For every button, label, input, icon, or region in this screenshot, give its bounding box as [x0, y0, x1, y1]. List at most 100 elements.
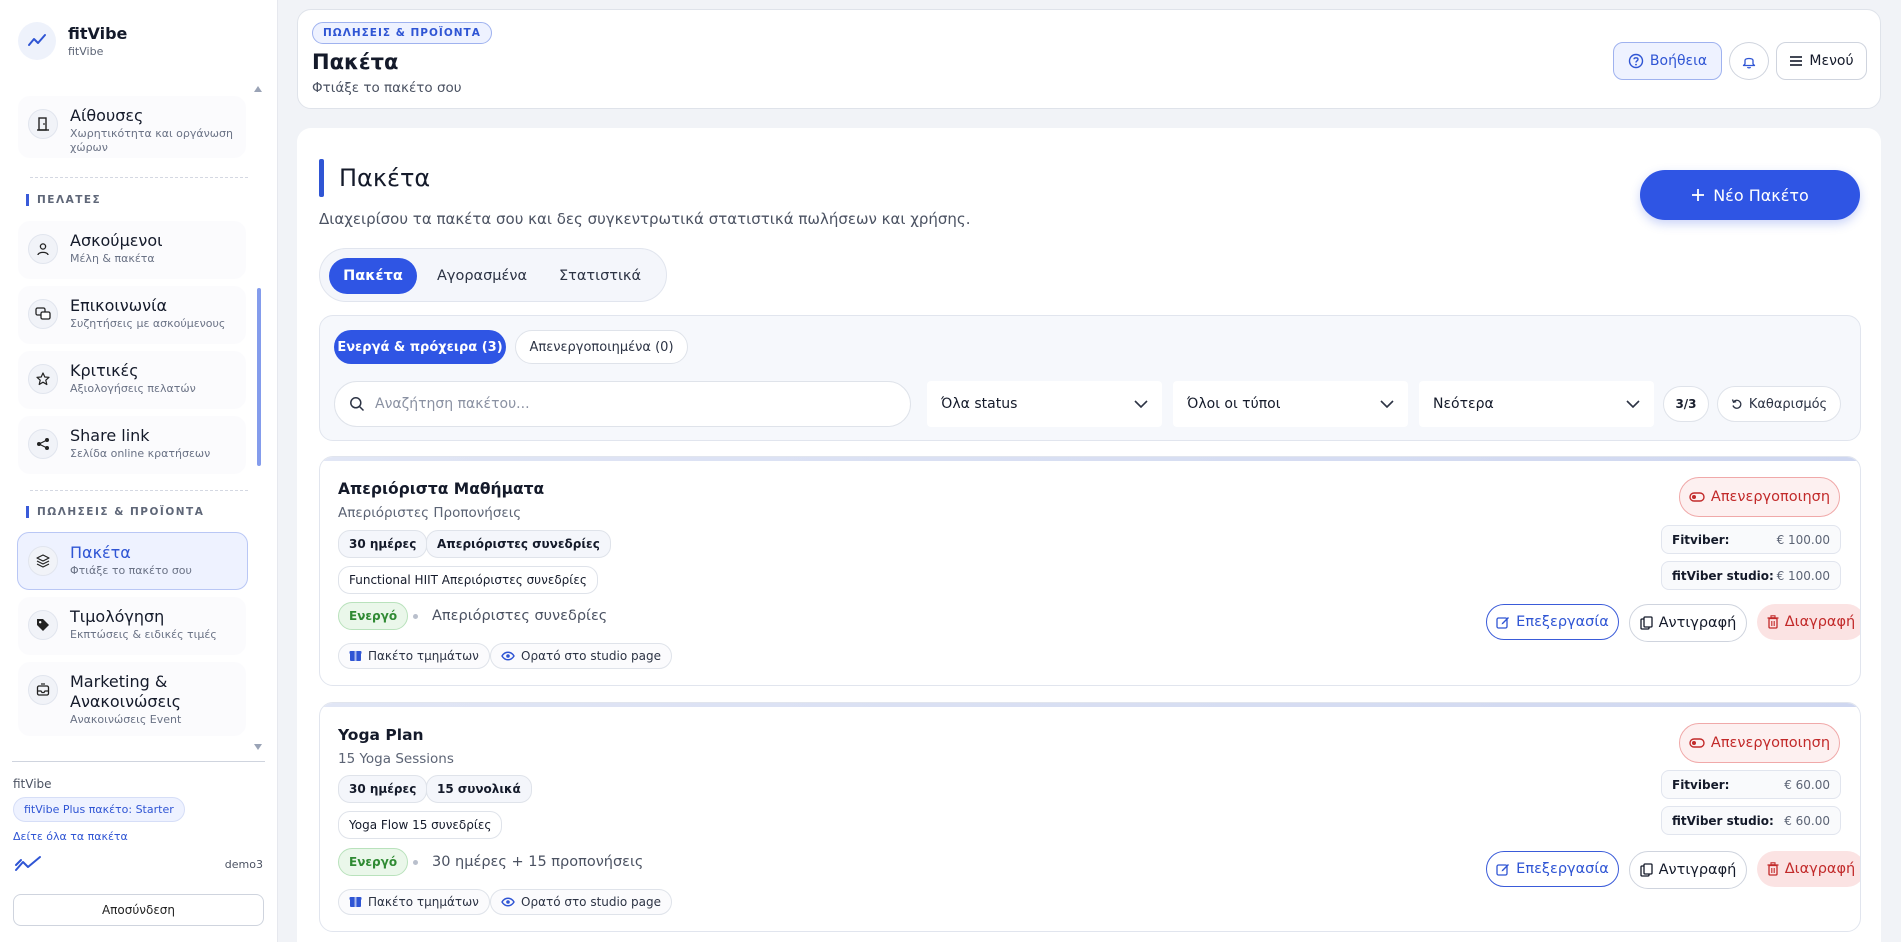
package-description: 15 Yoga Sessions	[338, 751, 454, 767]
package-card: Yoga Plan 15 Yoga Sessions 30 ημέρες 15 …	[319, 702, 1861, 932]
scroll-up-arrow-icon[interactable]	[254, 86, 262, 92]
eye-icon	[501, 651, 515, 661]
sessions-chip: 15 συνολικά	[426, 775, 532, 803]
tab-purchased[interactable]: Αγορασμένα	[427, 258, 537, 294]
result-count: 3/3	[1663, 386, 1709, 422]
new-package-button[interactable]: Νέο Πακέτο	[1640, 170, 1860, 220]
footer-logo-icon	[14, 855, 42, 877]
sessions-chip: Απεριόριστες συνεδρίες	[426, 530, 611, 558]
current-user: demo3	[224, 858, 263, 871]
main-panel: Πακέτα Διαχειρίσου τα πακέτα σου και δες…	[297, 128, 1881, 942]
sidebar-item-reviews[interactable]: Κριτικές Αξιολογήσεις πελατών	[18, 351, 246, 409]
sidebar-item-marketing[interactable]: Marketing & Ανακοινώσεις Ανακοινώσεις Eve…	[18, 662, 246, 736]
status-badge: Ενεργό	[338, 602, 409, 630]
duration-chip: 30 ημέρες	[338, 775, 428, 803]
chevron-down-icon	[1626, 400, 1640, 408]
deactivate-button[interactable]: Απενεργοποιηση	[1679, 723, 1840, 763]
sidebar-item-label: Επικοινωνία	[70, 296, 168, 315]
chevron-down-icon	[1134, 400, 1148, 408]
type-select[interactable]: Όλοι οι τύποι	[1173, 381, 1408, 427]
plan-badge[interactable]: fitVibe Plus πακέτο: Starter	[13, 797, 185, 822]
sidebar-item-rooms[interactable]: Αίθουσες Χωρητικότητα και οργάνωση χώρων	[18, 96, 246, 158]
sidebar-item-label: Ασκούμενοι	[70, 231, 163, 250]
delete-button[interactable]: Διαγραφή	[1757, 851, 1860, 887]
menu-button[interactable]: Μενού	[1776, 42, 1867, 80]
tab-packages[interactable]: Πακέτα	[329, 258, 417, 294]
reset-icon	[1731, 399, 1742, 409]
package-name: Απεριόριστα Μαθήματα	[338, 480, 545, 498]
copy-icon	[1639, 863, 1653, 877]
plus-icon	[1692, 189, 1705, 201]
edit-button[interactable]: Επεξεργασία	[1486, 604, 1619, 640]
notifications-button[interactable]	[1729, 42, 1769, 80]
sidebar-item-trainees[interactable]: Ασκούμενοι Μέλη & πακέτα	[18, 221, 246, 279]
layers-icon	[28, 546, 58, 576]
duration-chip: 30 ημέρες	[338, 530, 428, 558]
status-select[interactable]: Όλα status	[927, 381, 1162, 427]
delete-button[interactable]: Διαγραφή	[1757, 604, 1860, 640]
copy-button[interactable]: Αντιγραφή	[1629, 604, 1747, 642]
filters-panel: Ενεργά & πρόχειρα (3) Απενεργοποιημένα (…	[319, 315, 1861, 441]
sidebar-item-sub: Χωρητικότητα και οργάνωση χώρων	[70, 127, 233, 154]
sort-select[interactable]: Νεότερα	[1419, 381, 1654, 427]
sidebar-item-sub: Μέλη & πακέτα	[70, 252, 155, 265]
section-label-sales: ΠΩΛΗΣΕΙΣ & ΠΡΟΪΟΝΤΑ	[26, 506, 204, 518]
logout-button[interactable]: Αποσύνδεση	[13, 894, 264, 926]
help-label: Βοήθεια	[1649, 53, 1708, 69]
search-icon	[350, 397, 365, 412]
sidebar-item-share-link[interactable]: Share link Σελίδα online κρατήσεων	[18, 416, 246, 474]
edit-icon	[1496, 864, 1510, 876]
help-button[interactable]: Βοήθεια	[1613, 42, 1722, 80]
class-chip: Functional HIIT Απεριόριστες συνεδρίες	[338, 566, 598, 594]
section-subtitle: Διαχειρίσου τα πακέτα σου και δες συγκεν…	[319, 210, 971, 228]
sidebar-item-sub: Σελίδα online κρατήσεων	[70, 447, 211, 460]
new-package-label: Νέο Πακέτο	[1713, 185, 1809, 205]
brand[interactable]: fitVibe fitVibe	[18, 22, 127, 60]
price-row: Fitviber: € 100.00	[1661, 525, 1841, 554]
card-top-accent	[320, 703, 1860, 707]
help-icon	[1628, 53, 1644, 69]
view-plans-link[interactable]: Δείτε όλα τα πακέτα	[13, 830, 128, 843]
copy-button[interactable]: Αντιγραφή	[1629, 851, 1747, 889]
package-name: Yoga Plan	[338, 726, 424, 744]
filter-active-drafts[interactable]: Ενεργά & πρόχειρα (3)	[334, 330, 506, 364]
scroll-down-arrow-icon[interactable]	[254, 744, 262, 750]
star-icon	[28, 364, 58, 394]
breadcrumb[interactable]: ΠΩΛΗΣΕΙΣ & ΠΡΟΪΟΝΤΑ	[312, 22, 492, 44]
sidebar-item-packages[interactable]: Πακέτα Φτιάξε το πακέτο σου	[17, 532, 248, 590]
visibility-tag: Ορατό στο studio page	[490, 889, 672, 915]
sidebar-item-sub: Αξιολογήσεις πελατών	[70, 382, 196, 395]
price-row: fitViber studio: € 100.00	[1661, 561, 1841, 590]
sidebar-item-sub: Συζητήσεις με ασκούμενους	[70, 317, 226, 330]
sidebar-item-communication[interactable]: Επικοινωνία Συζητήσεις με ασκούμενους	[18, 286, 246, 344]
separator-dot	[413, 614, 418, 619]
sidebar-item-label: Marketing & Ανακοινώσεις	[70, 672, 181, 711]
chat-icon	[28, 299, 58, 329]
sidebar-item-label: Κριτικές	[70, 361, 139, 380]
status-badge: Ενεργό	[338, 848, 409, 876]
sidebar-item-label: Πακέτα	[70, 543, 131, 562]
deactivate-button[interactable]: Απενεργοποιηση	[1679, 477, 1840, 517]
section-title: Πακέτα	[339, 164, 431, 192]
sidebar-item-label: Τιμολόγηση	[70, 607, 165, 626]
sidebar-item-sub: Εκπτώσεις & ειδικές τιμές	[70, 628, 217, 641]
clear-filters-label: Καθαρισμός	[1748, 396, 1828, 412]
sidebar-item-pricing[interactable]: Τιμολόγηση Εκπτώσεις & ειδικές τιμές	[18, 597, 246, 655]
sidebar-item-label: Share link	[70, 426, 150, 445]
section-label-clients: ΠΕΛΑΤΕΣ	[26, 194, 101, 206]
search-box[interactable]	[334, 381, 911, 427]
edit-button[interactable]: Επεξεργασία	[1486, 851, 1619, 887]
sidebar-scrollbar[interactable]	[257, 288, 261, 466]
clear-filters-button[interactable]: Καθαρισμός	[1717, 386, 1841, 422]
copy-icon	[1639, 616, 1653, 630]
card-top-accent	[320, 457, 1860, 461]
tab-statistics[interactable]: Στατιστικά	[545, 258, 655, 294]
visibility-tag: Ορατό στο studio page	[490, 643, 672, 669]
package-description: Απεριόριστες Προπονήσεις	[338, 505, 522, 521]
class-chip: Yoga Flow 15 συνεδρίες	[338, 811, 503, 839]
separator-dot	[413, 860, 418, 865]
search-input[interactable]	[375, 396, 875, 412]
page-header: ΠΩΛΗΣΕΙΣ & ΠΡΟΪΟΝΤΑ Πακέτα Φτιάξε το πακ…	[297, 9, 1881, 109]
filter-deactivated[interactable]: Απενεργοποιημένα (0)	[515, 330, 688, 364]
brand-logo-icon	[18, 22, 56, 60]
